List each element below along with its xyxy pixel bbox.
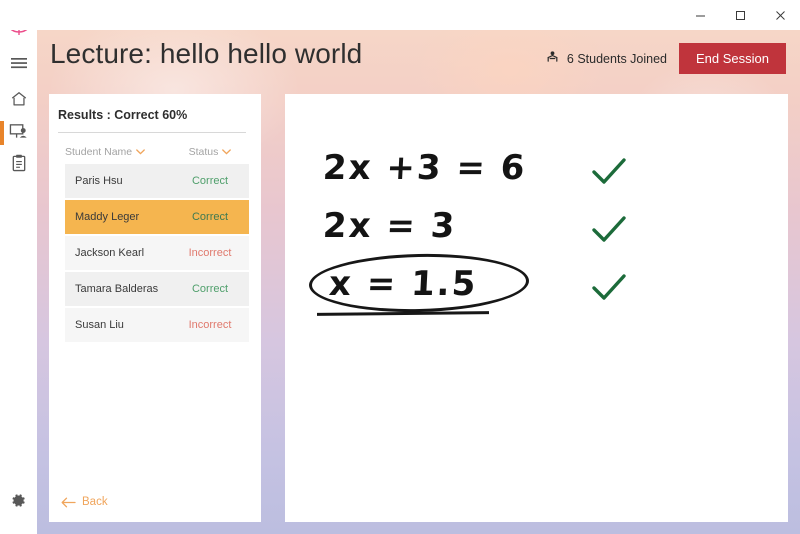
close-button[interactable]: [760, 0, 800, 30]
results-title: Results : Correct 60%: [58, 108, 187, 122]
gear-icon: [10, 492, 27, 514]
table-row[interactable]: Maddy Leger Correct: [65, 200, 249, 234]
minimize-icon: [695, 10, 706, 21]
presentation-person-icon: [9, 122, 28, 145]
student-name-cell: Susan Liu: [65, 319, 171, 331]
table-row[interactable]: Susan Liu Incorrect: [65, 308, 249, 342]
window-controls: [680, 0, 800, 30]
whiteboard-panel[interactable]: 2x +3 = 6 2x = 3 x = 1.5: [285, 94, 788, 522]
sidebar-item-home[interactable]: [0, 86, 37, 116]
answer-circle-annotation: [308, 252, 529, 315]
results-divider: [58, 132, 246, 133]
header-actions: 6 Students Joined End Session: [545, 43, 786, 74]
status-cell: Correct: [171, 175, 249, 187]
students-joined-label: 6 Students Joined: [567, 52, 667, 66]
student-name-cell: Paris Hsu: [65, 175, 171, 187]
sidebar-item-settings[interactable]: [0, 488, 37, 518]
hamburger-menu-icon: [10, 56, 28, 75]
results-table-body: Paris Hsu Correct Maddy Leger Correct Ja…: [65, 164, 249, 344]
student-name-cell: Maddy Leger: [65, 211, 171, 223]
column-header-status-label: Status: [189, 146, 219, 158]
arrow-left-icon: [61, 497, 76, 508]
column-header-student-name-label: Student Name: [65, 146, 132, 158]
equation-line-1: 2x +3 = 6: [322, 148, 527, 188]
sidebar-item-session[interactable]: [0, 118, 37, 148]
sidebar-item-clipboard[interactable]: [0, 150, 37, 180]
column-header-status[interactable]: Status: [171, 146, 249, 158]
table-row[interactable]: Tamara Balderas Correct: [65, 272, 249, 306]
end-session-button[interactable]: End Session: [679, 43, 786, 74]
equation-line-2: 2x = 3: [322, 206, 458, 246]
status-cell: Incorrect: [171, 319, 249, 331]
results-panel: Results : Correct 60% Student Name Statu…: [49, 94, 261, 522]
status-cell: Incorrect: [171, 247, 249, 259]
minimize-button[interactable]: [680, 0, 720, 30]
sidebar-item-menu[interactable]: [0, 50, 37, 80]
page-title: Lecture: hello hello world: [50, 38, 362, 70]
answer-underline-annotation: [317, 311, 489, 316]
status-cell: Correct: [171, 283, 249, 295]
students-joined: 6 Students Joined: [545, 50, 667, 67]
student-name-cell: Tamara Balderas: [65, 283, 171, 295]
checkmark-icon: [589, 152, 629, 192]
whiteboard-canvas[interactable]: 2x +3 = 6 2x = 3 x = 1.5: [285, 94, 788, 522]
back-button-label: Back: [82, 496, 108, 508]
app-window: Lecture: hello hello world 6 Students Jo…: [0, 0, 800, 534]
table-row[interactable]: Jackson Kearl Incorrect: [65, 236, 249, 270]
status-cell: Correct: [171, 211, 249, 223]
chevron-down-icon: [222, 149, 231, 155]
column-header-student-name[interactable]: Student Name: [65, 146, 171, 158]
window-titlebar: [0, 0, 800, 30]
checkmark-icon: [589, 268, 629, 308]
back-button[interactable]: Back: [61, 496, 108, 508]
close-icon: [775, 10, 786, 21]
checkmark-icon: [589, 210, 629, 250]
chevron-down-icon: [136, 149, 145, 155]
maximize-button[interactable]: [720, 0, 760, 30]
people-icon: [545, 50, 560, 67]
table-row[interactable]: Paris Hsu Correct: [65, 164, 249, 198]
results-table-header: Student Name Status: [65, 141, 249, 163]
page-header: Lecture: hello hello world 6 Students Jo…: [37, 30, 800, 92]
home-icon: [10, 90, 28, 113]
student-name-cell: Jackson Kearl: [65, 247, 171, 259]
left-nav-rail: [0, 0, 37, 534]
maximize-icon: [735, 10, 746, 21]
clipboard-icon: [11, 154, 27, 177]
